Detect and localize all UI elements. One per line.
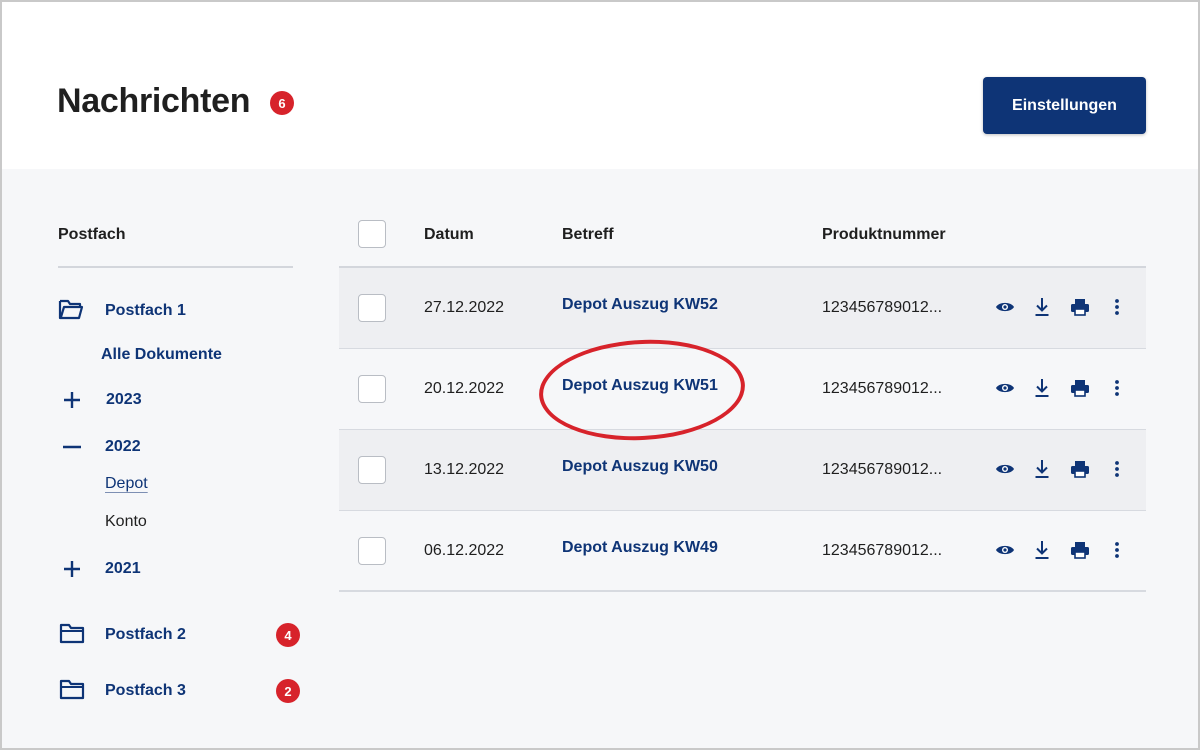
row-product-number: 123456789012...: [822, 542, 943, 559]
folder-icon: [59, 679, 85, 700]
eye-icon[interactable]: [994, 377, 1016, 399]
unread-count-badge: 2: [276, 679, 300, 703]
row-checkbox[interactable]: [358, 375, 386, 403]
row-subject-link[interactable]: Depot Auszug KW49: [562, 539, 718, 557]
unread-count-badge: 6: [270, 91, 294, 115]
download-icon[interactable]: [1031, 539, 1053, 561]
more-vertical-icon[interactable]: [1106, 377, 1128, 399]
main-content: Postfach Postfach 1 Alle Dokumente 2023 …: [2, 169, 1198, 748]
row-subject-link[interactable]: Depot Auszug KW50: [562, 458, 718, 476]
row-date: 20.12.2022: [424, 380, 505, 397]
row-date: 13.12.2022: [424, 461, 505, 478]
download-icon[interactable]: [1031, 296, 1053, 318]
row-product-number: 123456789012...: [822, 461, 943, 478]
unread-count-badge: 4: [276, 623, 300, 647]
sidebar-item-konto[interactable]: Konto: [105, 513, 147, 531]
eye-icon[interactable]: [994, 458, 1016, 480]
table-row: 06.12.2022 Depot Auszug KW49 12345678901…: [339, 511, 1146, 591]
column-header-subject[interactable]: Betreff: [562, 226, 614, 244]
row-product-number: 123456789012...: [822, 380, 943, 397]
row-date: 06.12.2022: [424, 542, 505, 559]
sidebar-item-label: Postfach 2: [105, 626, 186, 643]
sidebar-item-label: Postfach 1: [105, 302, 186, 319]
column-header-product-number[interactable]: Produktnummer: [822, 226, 946, 244]
sidebar-item-depot[interactable]: Depot: [105, 475, 148, 493]
sidebar-item-label: 2022: [105, 438, 141, 455]
sidebar-item-label: Postfach 3: [105, 682, 186, 699]
table-row: 20.12.2022 Depot Auszug KW51 12345678901…: [339, 349, 1146, 429]
minus-icon: [63, 445, 81, 449]
printer-icon[interactable]: [1069, 539, 1091, 561]
printer-icon[interactable]: [1069, 377, 1091, 399]
folder-icon: [59, 623, 85, 644]
sidebar-item-alle-dokumente[interactable]: Alle Dokumente: [101, 346, 222, 364]
plus-icon: [64, 561, 80, 577]
printer-icon[interactable]: [1069, 458, 1091, 480]
table-row: 27.12.2022 Depot Auszug KW52 12345678901…: [339, 268, 1146, 348]
sidebar-item-label: 2023: [106, 391, 142, 408]
row-product-number: 123456789012...: [822, 299, 943, 316]
row-checkbox[interactable]: [358, 456, 386, 484]
more-vertical-icon[interactable]: [1106, 296, 1128, 318]
download-icon[interactable]: [1031, 377, 1053, 399]
download-icon[interactable]: [1031, 458, 1053, 480]
row-subject-link[interactable]: Depot Auszug KW51: [562, 377, 718, 395]
sidebar-heading: Postfach: [58, 226, 126, 243]
plus-icon: [64, 392, 80, 408]
table-bottom-divider: [339, 590, 1146, 592]
row-checkbox[interactable]: [358, 537, 386, 565]
folder-open-icon: [58, 299, 84, 320]
eye-icon[interactable]: [994, 539, 1016, 561]
row-date: 27.12.2022: [424, 299, 505, 316]
eye-icon[interactable]: [994, 296, 1016, 318]
table-row: 13.12.2022 Depot Auszug KW50 12345678901…: [339, 430, 1146, 510]
sidebar-item-label: 2021: [105, 560, 141, 577]
printer-icon[interactable]: [1069, 296, 1091, 318]
more-vertical-icon[interactable]: [1106, 458, 1128, 480]
row-checkbox[interactable]: [358, 294, 386, 322]
more-vertical-icon[interactable]: [1106, 539, 1128, 561]
row-subject-link[interactable]: Depot Auszug KW52: [562, 296, 718, 314]
page-title: Nachrichten: [57, 82, 251, 120]
sidebar-divider: [58, 266, 293, 268]
page-header: Nachrichten 6 Einstellungen: [2, 2, 1198, 169]
app-frame: Nachrichten 6 Einstellungen Postfach Pos…: [0, 0, 1200, 750]
settings-button[interactable]: Einstellungen: [983, 77, 1146, 134]
select-all-checkbox[interactable]: [358, 220, 386, 248]
column-header-date[interactable]: Datum: [424, 226, 474, 244]
